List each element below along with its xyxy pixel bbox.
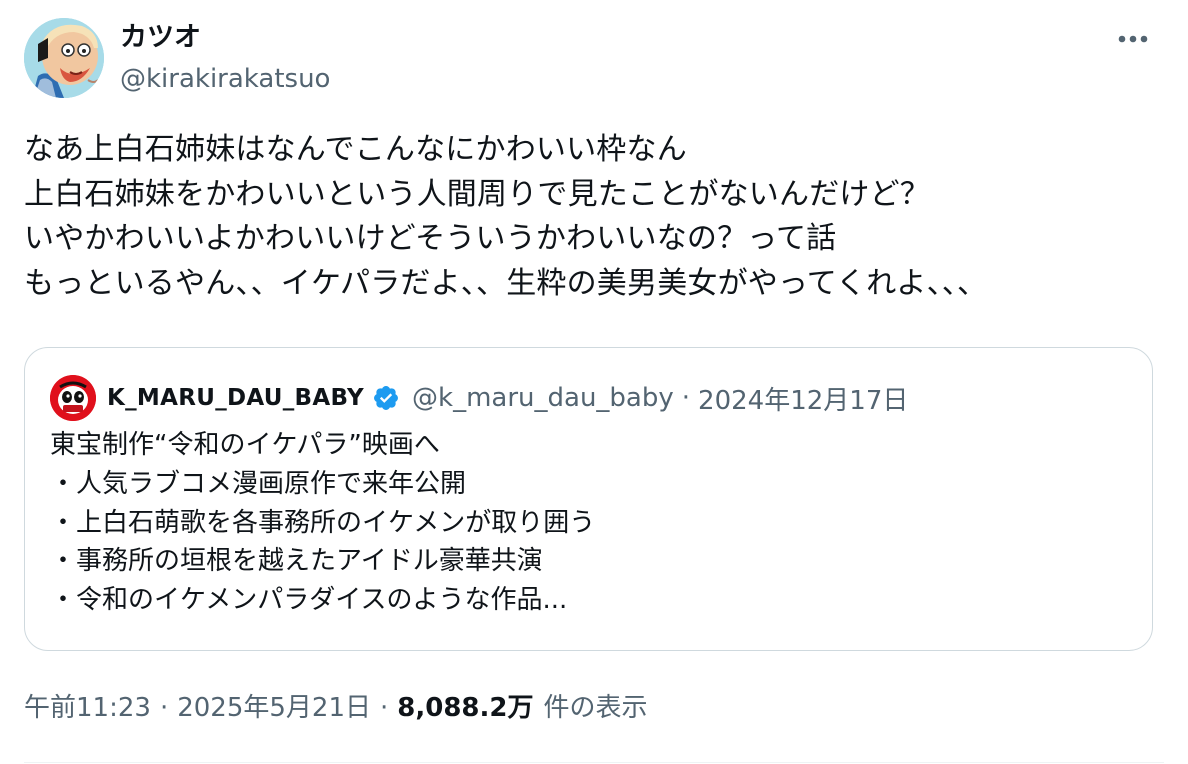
- author-display-name[interactable]: カツオ: [120, 20, 201, 56]
- view-count-label: 件の表示: [543, 693, 648, 723]
- quoted-author-handle[interactable]: @k_maru_dau_baby: [412, 383, 674, 413]
- verified-badge-icon: [374, 386, 398, 410]
- separator-dot: ·: [681, 383, 691, 413]
- quoted-text-line: ・人気ラブコメ漫画原作で来年公開: [50, 468, 467, 499]
- quoted-author-avatar[interactable]: [50, 375, 96, 421]
- quoted-text-line: 東宝制作“令和のイケパラ”映画へ: [50, 430, 440, 460]
- tweet-meta: 午前11:23 · 2025年5月21日 · 8,088.2万 件の表示: [24, 690, 648, 726]
- quoted-tweet-card[interactable]: K_MARU_DAU_BABY @k_maru_dau_baby · 2024年…: [24, 347, 1153, 651]
- tweet-text-line: なあ上白石姉妹はなんでこんなにかわいい枠なん: [24, 132, 687, 167]
- tweet-text-line: 上白石姉妹をかわいいという人間周りで見たことがないんだけど？: [24, 176, 930, 212]
- divider: [24, 762, 1164, 763]
- view-count: 8,088.2万: [397, 693, 534, 723]
- quoted-author-display-name[interactable]: K_MARU_DAU_BABY: [107, 385, 364, 411]
- tweet-text-line: いやかわいいよかわいいけどそういうかわいいなの？って話: [24, 221, 837, 256]
- quoted-tweet-text: 東宝制作“令和のイケパラ”映画へ ・人気ラブコメ漫画原作で来年公開 ・上白石萌歌…: [50, 426, 595, 620]
- author-avatar[interactable]: [24, 18, 104, 98]
- tweet-date[interactable]: 2025年5月21日: [177, 690, 371, 726]
- tweet-text: なあ上白石姉妹はなんでこんなにかわいい枠なん 上白石姉妹をかわいいという人間周り…: [24, 128, 1164, 306]
- tweet-text-line: もっといるやん、、イケパラだよ、、生粋の美男美女がやってくれよ、、、: [24, 265, 988, 301]
- quoted-text-line: ・令和のイケメンパラダイスのような作品...: [50, 585, 568, 616]
- tweet: カツオ @kirakirakatsuo なあ上白石姉妹はなんでこんなにかわいい枠…: [0, 0, 1188, 764]
- quoted-text-line: ・上白石萌歌を各事務所のイケメンが取り囲う: [50, 507, 596, 538]
- separator-dot: ·: [380, 693, 389, 723]
- separator-dot: ·: [159, 693, 169, 723]
- author-handle[interactable]: @kirakirakatsuo: [120, 62, 330, 96]
- quoted-text-line: ・事務所の垣根を越えたアイドル豪華共演: [50, 546, 543, 577]
- quoted-tweet-date[interactable]: 2024年12月17日: [698, 380, 908, 417]
- more-horizontal-icon: [1118, 35, 1148, 43]
- more-options-button[interactable]: [1110, 22, 1156, 56]
- quoted-tweet-header: K_MARU_DAU_BABY @k_maru_dau_baby · 2024年…: [107, 378, 908, 418]
- tweet-time[interactable]: 午前11:23: [24, 690, 151, 726]
